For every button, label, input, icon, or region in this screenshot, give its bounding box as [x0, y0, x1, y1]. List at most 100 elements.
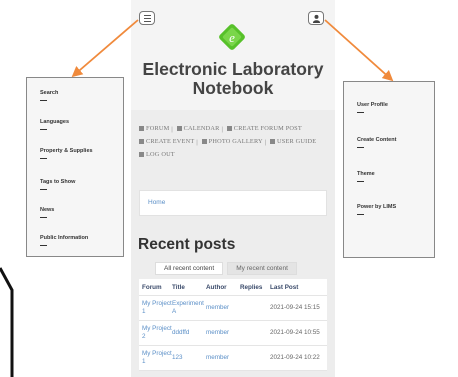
- user-menu-toggle[interactable]: [308, 11, 324, 25]
- last-post-cell: 2021-09-24 15:15: [270, 304, 320, 311]
- user-icon: [312, 14, 320, 23]
- table-row: My Project 1 123 member 2021-09-24 10:22: [139, 346, 327, 371]
- left-item-label: Tags to Show: [40, 179, 76, 185]
- menu-create-forum-post[interactable]: CREATE FORUM POST: [226, 122, 302, 135]
- forum-link[interactable]: My Project 2: [139, 325, 172, 341]
- right-item-label: Create Content: [357, 137, 397, 143]
- collapse-bar-icon: [357, 181, 364, 183]
- menu-create-event[interactable]: CREATE EVENT: [139, 135, 194, 148]
- left-item-label: Languages: [40, 119, 70, 125]
- title-link[interactable]: 123: [172, 354, 206, 362]
- left-sidebar-panel: Search Languages Property & Supplies Tag…: [26, 77, 124, 257]
- right-sidebar-panel: User Profile Create Content Theme Power …: [343, 81, 435, 258]
- menu-separator: |: [196, 139, 198, 146]
- menu-row: CREATE EVENT | PHOTO GALLERY | USER GUIDE: [139, 135, 335, 148]
- col-title: Title: [172, 283, 185, 291]
- menu-row: LOG OUT: [139, 148, 335, 161]
- calendar-icon: [176, 126, 182, 131]
- title-link[interactable]: Experiment A: [172, 300, 206, 316]
- col-last-post: Last Post: [270, 283, 299, 291]
- left-item-public-information[interactable]: Public Information: [40, 235, 89, 247]
- recent-tabs: All recent content My recent content: [155, 262, 297, 275]
- menu-separator: |: [171, 126, 173, 133]
- collapse-bar-icon: [357, 112, 364, 114]
- menu-photo-gallery[interactable]: PHOTO GALLERY: [201, 135, 263, 148]
- forum-link[interactable]: My Project 1: [139, 300, 172, 316]
- collapse-bar-icon: [40, 189, 47, 191]
- menu-user-guide[interactable]: USER GUIDE: [270, 135, 316, 148]
- menu-label: PHOTO GALLERY: [208, 138, 263, 145]
- breadcrumb-home[interactable]: Home: [148, 199, 165, 206]
- forum-link[interactable]: My Project 1: [139, 350, 172, 366]
- menu-label: CREATE EVENT: [146, 138, 195, 145]
- collapse-bar-icon: [357, 147, 364, 149]
- collapse-bar-icon: [40, 129, 47, 131]
- col-forum: Forum: [142, 283, 162, 291]
- right-item-user-profile[interactable]: User Profile: [357, 102, 388, 114]
- menu-log-out[interactable]: LOG OUT: [139, 148, 175, 161]
- left-item-label: Search: [40, 90, 59, 96]
- site-page: e Electronic Laboratory Notebook FORUM | …: [131, 0, 335, 377]
- menu-forum[interactable]: FORUM: [139, 122, 169, 135]
- table-row: My Project 1 Experiment A member 2021-09…: [139, 296, 327, 321]
- menu-label: CREATE FORUM POST: [233, 125, 302, 132]
- logout-icon: [139, 152, 144, 157]
- collapse-bar-icon: [40, 217, 47, 219]
- menu-row: FORUM | CALENDAR | CREATE FORUM POST: [139, 122, 335, 135]
- event-icon: [139, 139, 144, 144]
- table-header: Forum Title Author Replies Last Post: [139, 279, 327, 296]
- forum-icon: [139, 126, 144, 131]
- breadcrumb-box: Home: [139, 190, 327, 216]
- site-title[interactable]: Electronic Laboratory Notebook: [131, 60, 335, 98]
- right-item-label: Power by LIMS: [357, 204, 397, 210]
- menu-separator: |: [221, 126, 224, 133]
- guide-icon: [270, 139, 275, 144]
- recent-posts-title: Recent posts: [138, 236, 236, 253]
- black-bracket-line: [0, 267, 14, 377]
- author-link[interactable]: member: [206, 354, 240, 362]
- left-item-property-supplies[interactable]: Property & Supplies: [40, 148, 93, 160]
- collapse-bar-icon: [357, 214, 364, 216]
- collapse-bar-icon: [40, 100, 47, 102]
- collapse-bar-icon: [40, 158, 47, 160]
- arrow-to-right-panel: [324, 19, 394, 82]
- menu-separator: |: [264, 139, 267, 146]
- menu-label: FORUM: [146, 125, 170, 132]
- tab-all-recent[interactable]: All recent content: [155, 262, 224, 275]
- arrow-to-left-panel: [71, 19, 139, 78]
- col-author: Author: [206, 283, 227, 291]
- col-replies: Replies: [240, 283, 263, 291]
- site-logo[interactable]: e: [217, 22, 247, 52]
- right-item-power-by-lims[interactable]: Power by LIMS: [357, 204, 397, 216]
- photo-icon: [201, 139, 207, 144]
- title-link[interactable]: dddffd: [172, 329, 206, 337]
- left-menu-toggle[interactable]: [139, 11, 155, 25]
- right-item-label: Theme: [357, 171, 375, 177]
- left-item-label: Property & Supplies: [40, 148, 93, 154]
- comment-icon: [226, 126, 232, 131]
- recent-posts-table: Forum Title Author Replies Last Post My …: [139, 279, 327, 371]
- menu-calendar[interactable]: CALENDAR: [176, 122, 220, 135]
- left-item-tags-to-show[interactable]: Tags to Show: [40, 179, 76, 191]
- left-item-languages[interactable]: Languages: [40, 119, 70, 131]
- hamburger-icon: [143, 14, 151, 22]
- left-item-label: News: [40, 207, 55, 213]
- table-row: My Project 2 dddffd member 2021-09-24 10…: [139, 321, 327, 346]
- last-post-cell: 2021-09-24 10:22: [270, 354, 320, 361]
- left-item-search[interactable]: Search: [40, 90, 59, 102]
- left-item-news[interactable]: News: [40, 207, 55, 219]
- author-link[interactable]: member: [206, 329, 240, 337]
- svg-text:e: e: [229, 30, 235, 45]
- main-menu: FORUM | CALENDAR | CREATE FORUM POST CREAT…: [139, 122, 335, 161]
- site-header: e Electronic Laboratory Notebook: [131, 0, 335, 110]
- last-post-cell: 2021-09-24 10:55: [270, 329, 320, 336]
- tab-my-recent[interactable]: My recent content: [227, 262, 297, 275]
- right-item-create-content[interactable]: Create Content: [357, 137, 397, 149]
- menu-label: USER GUIDE: [277, 138, 317, 145]
- menu-label: LOG OUT: [146, 151, 175, 158]
- right-item-theme[interactable]: Theme: [357, 171, 375, 183]
- collapse-bar-icon: [40, 245, 47, 247]
- right-item-label: User Profile: [357, 102, 388, 108]
- author-link[interactable]: member: [206, 304, 240, 312]
- left-item-label: Public Information: [40, 235, 89, 241]
